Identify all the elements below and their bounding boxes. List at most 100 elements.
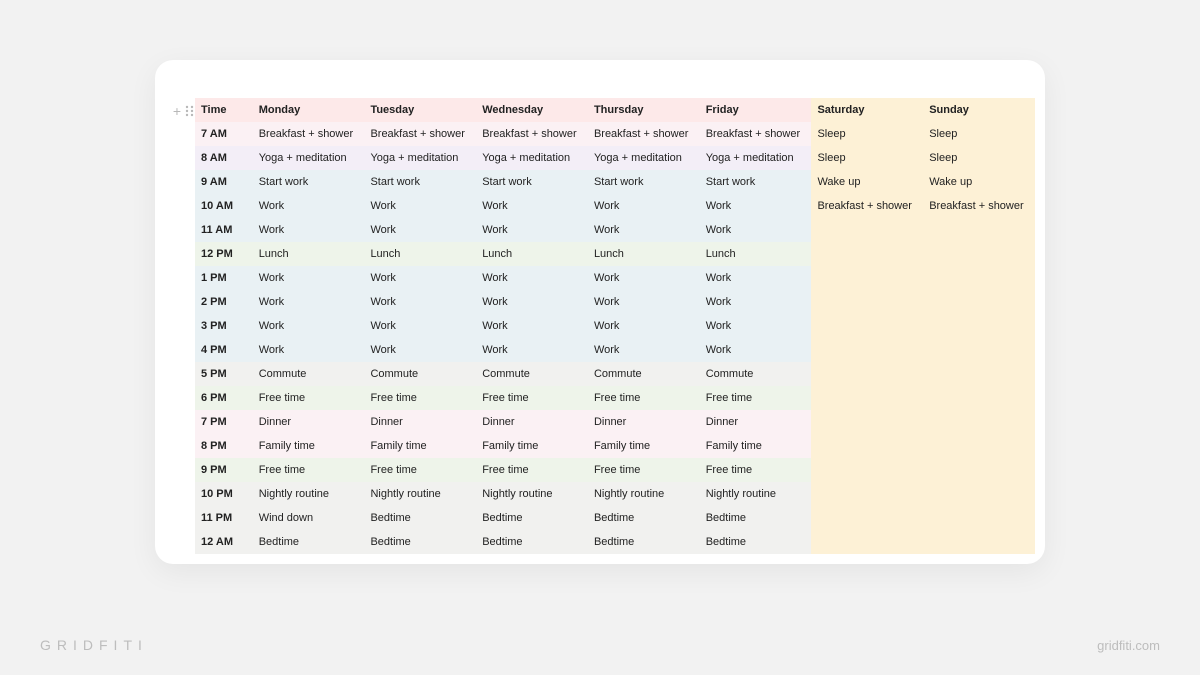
schedule-cell[interactable]: Work: [588, 194, 700, 218]
schedule-cell[interactable]: Yoga + meditation: [253, 146, 365, 170]
drag-handle-icon[interactable]: [185, 105, 195, 117]
time-cell[interactable]: 7 PM: [195, 410, 253, 434]
schedule-cell[interactable]: Bedtime: [476, 530, 588, 554]
schedule-cell[interactable]: Work: [588, 314, 700, 338]
schedule-cell[interactable]: Yoga + meditation: [588, 146, 700, 170]
schedule-cell[interactable]: Family time: [476, 434, 588, 458]
schedule-cell[interactable]: Dinner: [588, 410, 700, 434]
schedule-cell[interactable]: Free time: [253, 386, 365, 410]
time-cell[interactable]: 1 PM: [195, 266, 253, 290]
schedule-cell[interactable]: Lunch: [588, 242, 700, 266]
schedule-cell[interactable]: Work: [700, 266, 812, 290]
schedule-cell[interactable]: Commute: [253, 362, 365, 386]
schedule-cell[interactable]: [923, 434, 1035, 458]
schedule-cell[interactable]: [811, 266, 923, 290]
schedule-cell[interactable]: [923, 530, 1035, 554]
schedule-cell[interactable]: Free time: [700, 386, 812, 410]
schedule-cell[interactable]: Work: [476, 266, 588, 290]
schedule-cell[interactable]: Commute: [588, 362, 700, 386]
schedule-cell[interactable]: Family time: [364, 434, 476, 458]
time-cell[interactable]: 7 AM: [195, 122, 253, 146]
col-thursday[interactable]: Thursday: [588, 98, 700, 122]
time-cell[interactable]: 9 AM: [195, 170, 253, 194]
schedule-cell[interactable]: [923, 290, 1035, 314]
schedule-cell[interactable]: Nightly routine: [476, 482, 588, 506]
schedule-cell[interactable]: Work: [476, 314, 588, 338]
schedule-cell[interactable]: Work: [364, 314, 476, 338]
schedule-cell[interactable]: Dinner: [476, 410, 588, 434]
schedule-cell[interactable]: [923, 242, 1035, 266]
schedule-cell[interactable]: Work: [700, 194, 812, 218]
schedule-cell[interactable]: Work: [253, 290, 365, 314]
schedule-cell[interactable]: [923, 314, 1035, 338]
schedule-cell[interactable]: Work: [364, 266, 476, 290]
schedule-cell[interactable]: Breakfast + shower: [700, 122, 812, 146]
schedule-cell[interactable]: Yoga + meditation: [364, 146, 476, 170]
schedule-cell[interactable]: Lunch: [253, 242, 365, 266]
schedule-cell[interactable]: [923, 506, 1035, 530]
schedule-cell[interactable]: Breakfast + shower: [588, 122, 700, 146]
schedule-cell[interactable]: Bedtime: [364, 506, 476, 530]
schedule-cell[interactable]: Sleep: [923, 146, 1035, 170]
schedule-cell[interactable]: Yoga + meditation: [700, 146, 812, 170]
schedule-cell[interactable]: Free time: [364, 458, 476, 482]
schedule-cell[interactable]: Wind down: [253, 506, 365, 530]
schedule-cell[interactable]: Breakfast + shower: [476, 122, 588, 146]
schedule-cell[interactable]: Start work: [253, 170, 365, 194]
schedule-cell[interactable]: Dinner: [364, 410, 476, 434]
schedule-cell[interactable]: Lunch: [364, 242, 476, 266]
col-saturday[interactable]: Saturday: [811, 98, 923, 122]
schedule-cell[interactable]: Family time: [253, 434, 365, 458]
schedule-cell[interactable]: Free time: [476, 386, 588, 410]
col-tuesday[interactable]: Tuesday: [364, 98, 476, 122]
schedule-cell[interactable]: Start work: [588, 170, 700, 194]
schedule-cell[interactable]: Bedtime: [253, 530, 365, 554]
schedule-cell[interactable]: Sleep: [811, 122, 923, 146]
time-cell[interactable]: 8 AM: [195, 146, 253, 170]
schedule-cell[interactable]: [811, 506, 923, 530]
schedule-cell[interactable]: [923, 482, 1035, 506]
schedule-cell[interactable]: Free time: [476, 458, 588, 482]
schedule-cell[interactable]: Start work: [364, 170, 476, 194]
schedule-cell[interactable]: Work: [253, 266, 365, 290]
schedule-cell[interactable]: Work: [700, 314, 812, 338]
schedule-cell[interactable]: Work: [476, 194, 588, 218]
col-sunday[interactable]: Sunday: [923, 98, 1035, 122]
schedule-cell[interactable]: Dinner: [700, 410, 812, 434]
time-cell[interactable]: 8 PM: [195, 434, 253, 458]
time-cell[interactable]: 10 AM: [195, 194, 253, 218]
schedule-cell[interactable]: [811, 314, 923, 338]
schedule-cell[interactable]: Sleep: [811, 146, 923, 170]
schedule-cell[interactable]: [811, 410, 923, 434]
schedule-cell[interactable]: Lunch: [476, 242, 588, 266]
schedule-cell[interactable]: Family time: [588, 434, 700, 458]
col-monday[interactable]: Monday: [253, 98, 365, 122]
time-cell[interactable]: 12 PM: [195, 242, 253, 266]
schedule-cell[interactable]: [811, 218, 923, 242]
schedule-table[interactable]: Time Monday Tuesday Wednesday Thursday F…: [195, 98, 1035, 554]
time-cell[interactable]: 11 AM: [195, 218, 253, 242]
schedule-cell[interactable]: [923, 362, 1035, 386]
schedule-cell[interactable]: Free time: [588, 458, 700, 482]
schedule-cell[interactable]: Wake up: [811, 170, 923, 194]
schedule-cell[interactable]: [811, 530, 923, 554]
schedule-cell[interactable]: [811, 362, 923, 386]
schedule-cell[interactable]: Work: [364, 338, 476, 362]
schedule-cell[interactable]: [811, 386, 923, 410]
time-cell[interactable]: 10 PM: [195, 482, 253, 506]
time-cell[interactable]: 11 PM: [195, 506, 253, 530]
schedule-cell[interactable]: [811, 242, 923, 266]
schedule-cell[interactable]: Work: [588, 290, 700, 314]
schedule-cell[interactable]: Commute: [476, 362, 588, 386]
schedule-cell[interactable]: Work: [364, 194, 476, 218]
schedule-cell[interactable]: Family time: [700, 434, 812, 458]
add-row-icon[interactable]: +: [173, 104, 181, 118]
schedule-cell[interactable]: Nightly routine: [588, 482, 700, 506]
schedule-cell[interactable]: Breakfast + shower: [923, 194, 1035, 218]
schedule-cell[interactable]: Start work: [476, 170, 588, 194]
schedule-cell[interactable]: Bedtime: [476, 506, 588, 530]
schedule-cell[interactable]: [811, 338, 923, 362]
schedule-cell[interactable]: Bedtime: [588, 530, 700, 554]
schedule-cell[interactable]: Free time: [588, 386, 700, 410]
schedule-cell[interactable]: Work: [588, 218, 700, 242]
